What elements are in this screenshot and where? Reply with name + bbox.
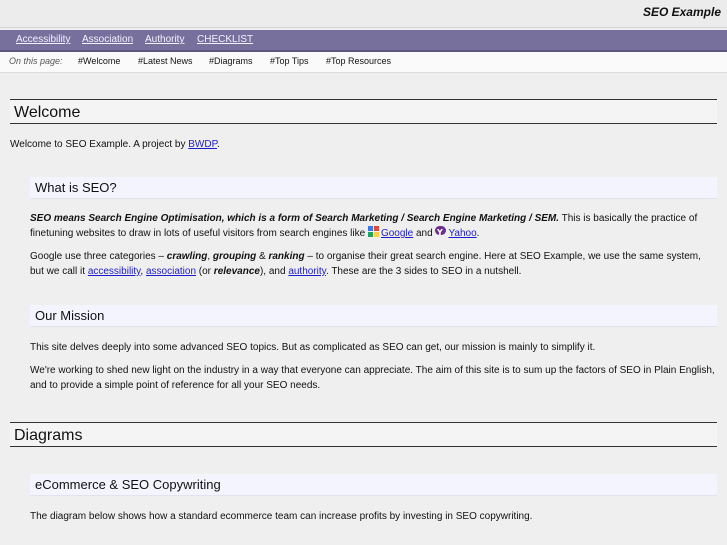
welcome-heading: Welcome (10, 99, 717, 124)
main-nav: Accessibility Association Authority CHEC… (0, 30, 727, 52)
nav-item-checklist[interactable]: CHECKLIST (197, 34, 253, 45)
our-mission-heading: Our Mission (30, 305, 717, 327)
mission-paragraph-1: This site delves deeply into some advanc… (30, 342, 596, 353)
accessibility-link[interactable]: accessibility (88, 266, 141, 277)
mission-paragraph-2: We're working to shed new light on the i… (30, 365, 715, 391)
yahoo-icon: Y (435, 226, 447, 237)
diagrams-heading: Diagrams (10, 422, 717, 447)
what-is-seo-paragraph-1: SEO means Search Engine Optimisation, wh… (30, 213, 698, 239)
welcome-intro: Welcome to SEO Example. A project by BWD… (10, 139, 220, 150)
nav-item-association[interactable]: Association (82, 34, 133, 45)
top-bar: SEO Example (0, 0, 727, 28)
what-is-seo-paragraph-2: Google use three categories – crawling, … (30, 251, 701, 277)
diagrams-paragraph-1: The diagram below shows how a standard e… (30, 511, 533, 522)
jump-link-diagrams[interactable]: #Diagrams (209, 56, 253, 66)
yahoo-link[interactable]: Yahoo (448, 228, 476, 239)
association-link[interactable]: association (146, 266, 196, 277)
jump-link-top-resources[interactable]: #Top Resources (326, 56, 391, 66)
svg-text:Y: Y (436, 228, 443, 236)
on-this-page-bar: On this page: #Welcome #Latest News #Dia… (0, 52, 727, 73)
jump-link-latest-news[interactable]: #Latest News (138, 56, 193, 66)
bwdp-link[interactable]: BWDP (188, 139, 217, 150)
google-icon (367, 226, 379, 237)
what-is-seo-heading: What is SEO? (30, 177, 717, 199)
ecommerce-copywriting-heading: eCommerce & SEO Copywriting (30, 474, 717, 496)
authority-link[interactable]: authority (288, 266, 326, 277)
site-brand[interactable]: SEO Example (643, 5, 721, 19)
on-this-page-label: On this page: (9, 56, 63, 66)
nav-item-authority[interactable]: Authority (145, 34, 184, 45)
nav-item-accessibility[interactable]: Accessibility (16, 34, 70, 45)
google-link[interactable]: Google (381, 228, 413, 239)
jump-link-welcome[interactable]: #Welcome (78, 56, 120, 66)
jump-link-top-tips[interactable]: #Top Tips (270, 56, 309, 66)
